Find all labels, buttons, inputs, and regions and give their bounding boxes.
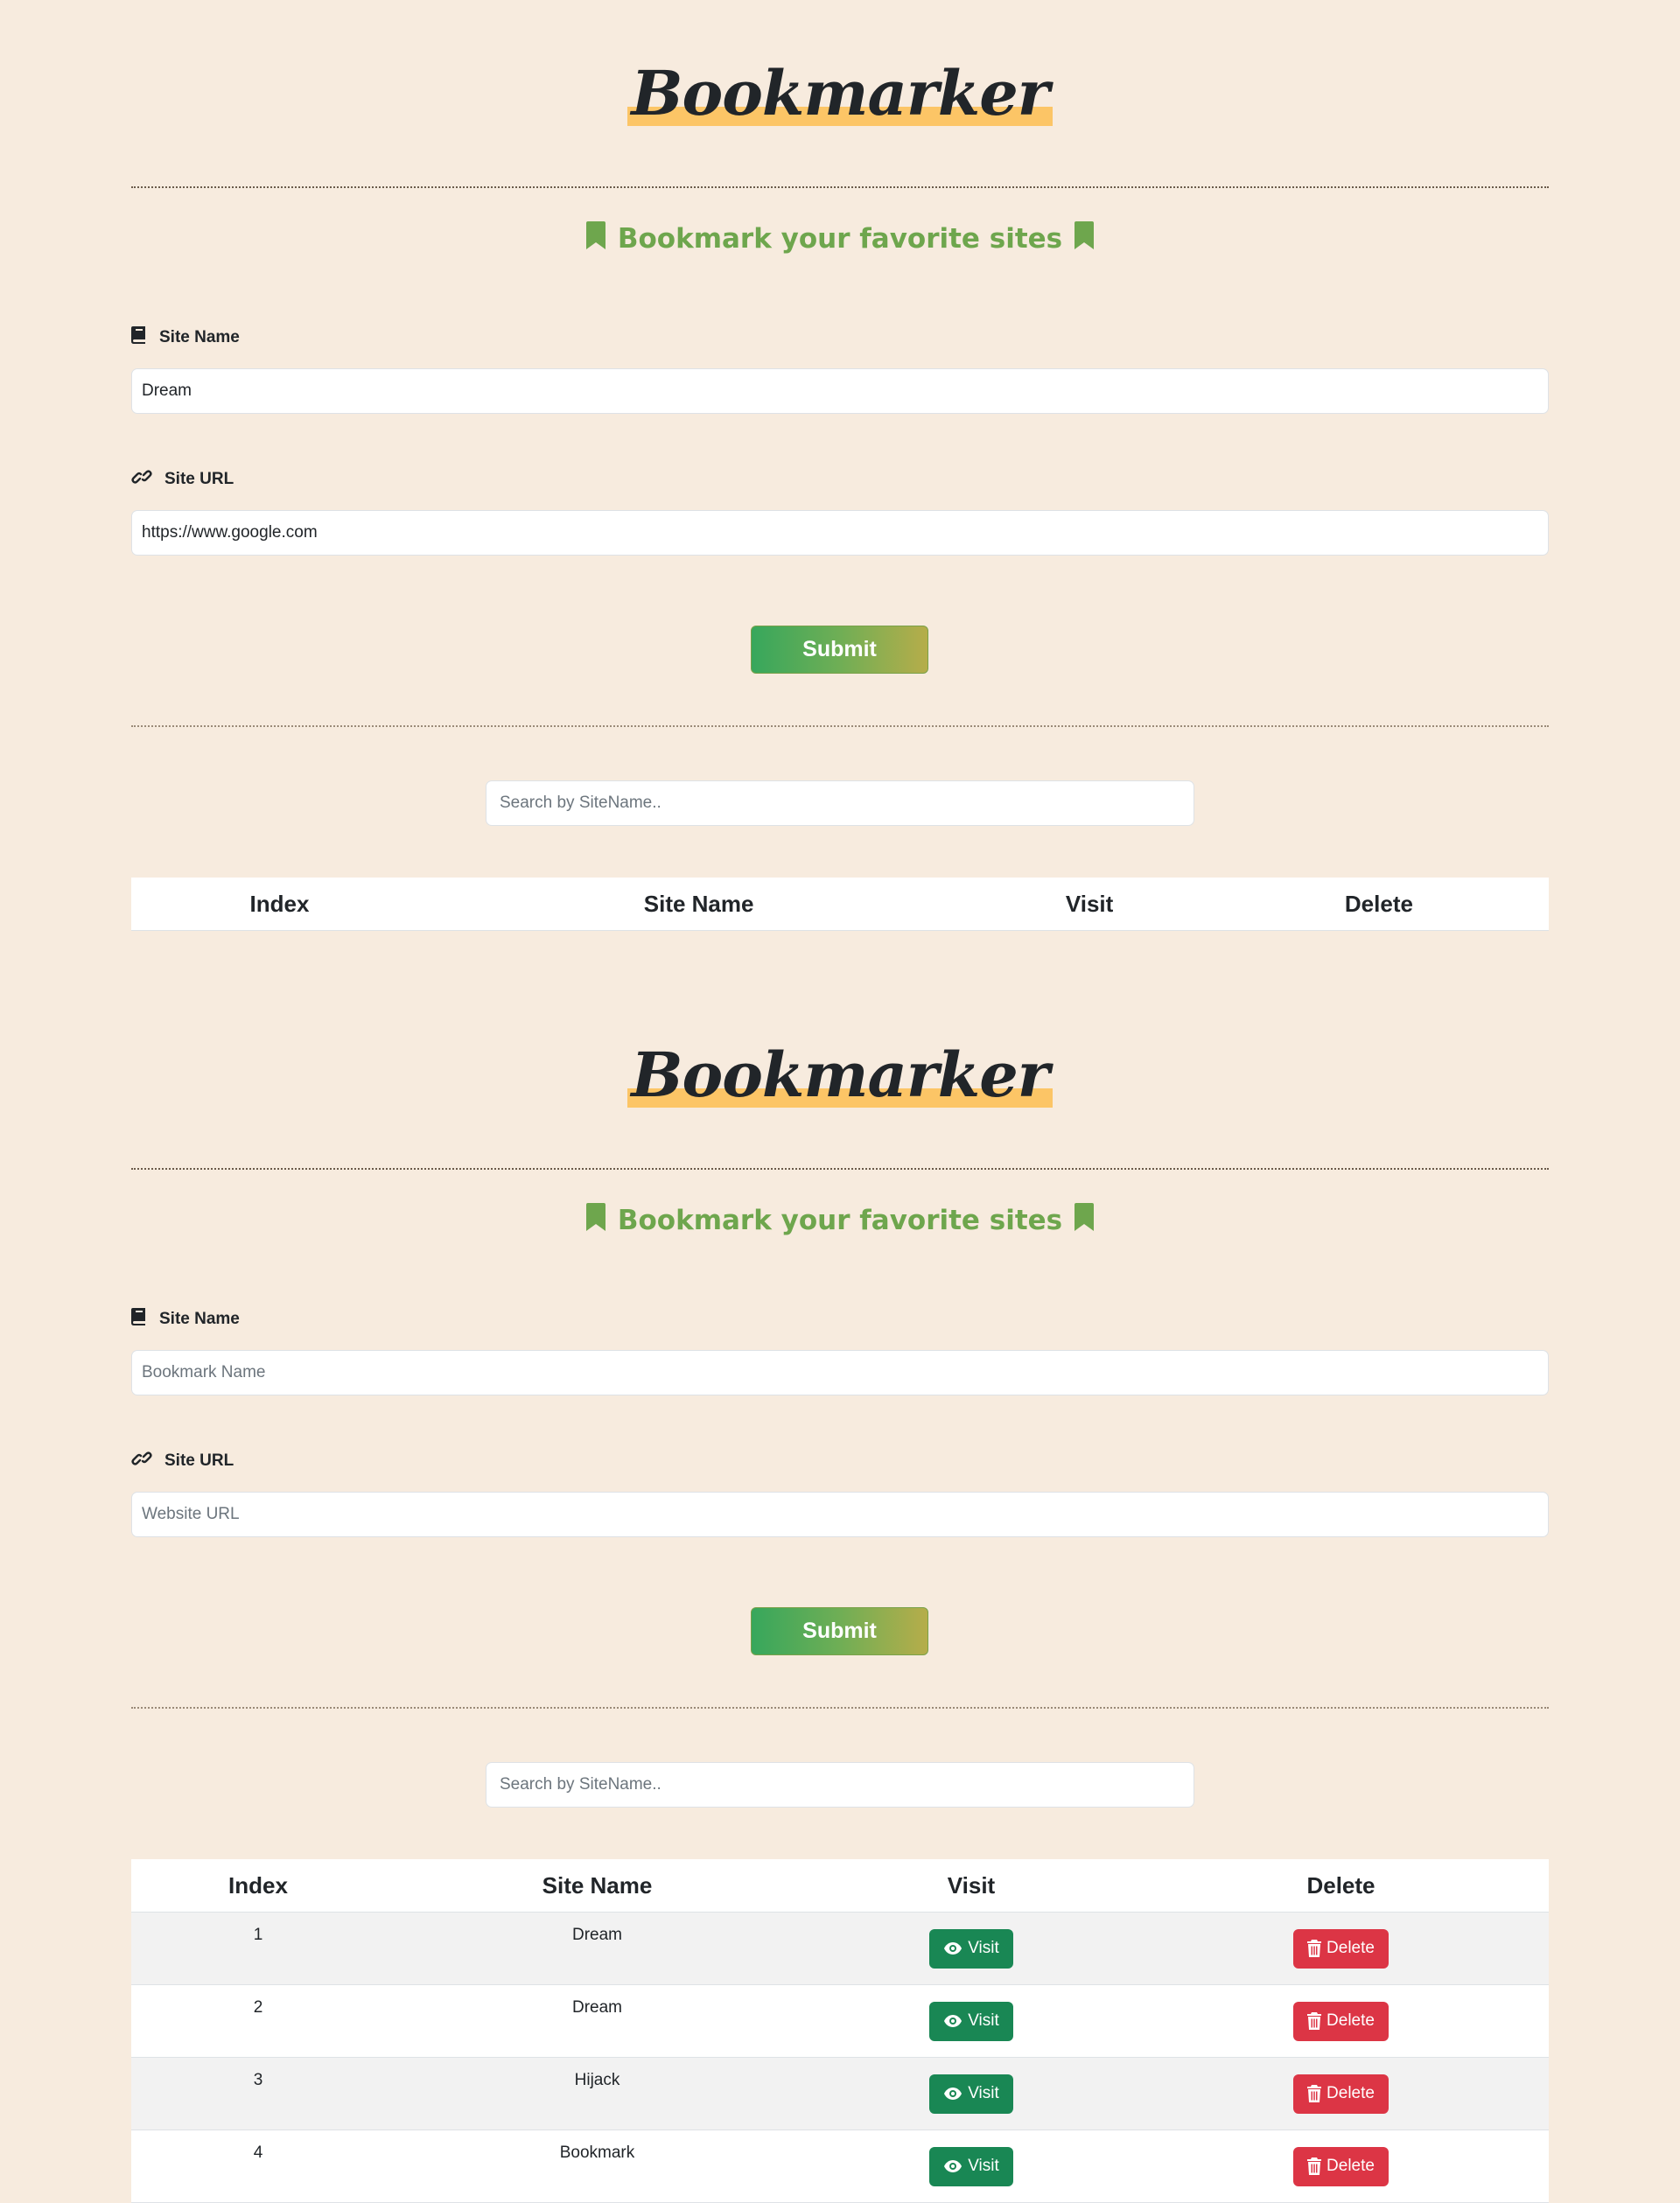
logo-wrap: Bookmarker <box>0 1036 1680 1115</box>
header-index: Index <box>131 878 428 931</box>
header-visit: Visit <box>809 1859 1133 1913</box>
delete-label: Delete <box>1326 2084 1375 2102</box>
header-delete: Delete <box>1208 878 1549 931</box>
table-header-row: Index Site Name Visit Delete <box>131 1859 1549 1913</box>
table-row: 3 Hijack Visit Delete <box>131 2057 1549 2130</box>
bookmark-icon <box>1074 219 1095 262</box>
row-delete-cell: Delete <box>1133 2130 1549 2203</box>
site-url-label: Site URL <box>131 468 234 491</box>
site-url-label-text: Site URL <box>164 470 234 488</box>
trash-icon <box>1307 2158 1322 2175</box>
logo: Bookmarker <box>627 1036 1053 1115</box>
bookmarker-section-1: Bookmarker Bookmark your favorite sites … <box>0 0 1680 982</box>
bookmarks-table: Index Site Name Visit Delete 1 Dream Vis… <box>131 1859 1549 2203</box>
eye-icon <box>944 2088 962 2100</box>
table-header-row: Index Site Name Visit Delete <box>131 878 1549 931</box>
divider-bottom <box>131 1707 1549 1709</box>
row-visit-cell: Visit <box>809 2057 1133 2130</box>
search-input[interactable] <box>486 1762 1194 1808</box>
site-url-input[interactable] <box>131 1492 1549 1537</box>
visit-label: Visit <box>968 2084 999 2102</box>
table-row: 1 Dream Visit Delete <box>131 1912 1549 1985</box>
bookmarks-table: Index Site Name Visit Delete <box>131 878 1549 931</box>
row-delete-cell: Delete <box>1133 1912 1549 1985</box>
bookmark-icon <box>1074 1200 1095 1244</box>
eye-icon <box>944 2015 962 2027</box>
row-delete-cell: Delete <box>1133 1984 1549 2058</box>
delete-button[interactable]: Delete <box>1293 2074 1389 2114</box>
visit-button[interactable]: Visit <box>929 1928 1013 1969</box>
divider-top <box>131 186 1549 188</box>
logo: Bookmarker <box>627 54 1053 133</box>
trash-icon <box>1307 2085 1322 2102</box>
header-site-name: Site Name <box>427 878 970 931</box>
search-input[interactable] <box>486 780 1194 826</box>
row-site-name: Hijack <box>385 2057 809 2130</box>
delete-button[interactable]: Delete <box>1293 1928 1389 1969</box>
link-icon <box>131 468 152 491</box>
row-site-name: Dream <box>385 1912 809 1985</box>
row-index: 2 <box>131 1984 385 2058</box>
divider-bottom <box>131 725 1549 727</box>
delete-button[interactable]: Delete <box>1293 2146 1389 2186</box>
delete-label: Delete <box>1326 2157 1375 2175</box>
row-visit-cell: Visit <box>809 1984 1133 2058</box>
logo-text: Bookmarker <box>631 57 1049 129</box>
tagline-text: Bookmark your favorite sites <box>617 1205 1063 1236</box>
site-name-label: Site Name <box>131 326 240 349</box>
link-icon <box>131 1450 152 1472</box>
site-url-label-text: Site URL <box>164 1451 234 1470</box>
divider-top <box>131 1168 1549 1170</box>
delete-button[interactable]: Delete <box>1293 2001 1389 2041</box>
site-name-label-text: Site Name <box>159 1310 240 1328</box>
site-url-label: Site URL <box>131 1450 234 1472</box>
bookmark-icon <box>585 219 606 262</box>
header-visit: Visit <box>970 878 1209 931</box>
book-icon <box>131 326 147 349</box>
site-name-input[interactable] <box>131 1350 1549 1395</box>
row-visit-cell: Visit <box>809 2130 1133 2203</box>
visit-button[interactable]: Visit <box>929 2146 1013 2186</box>
row-site-name: Bookmark <box>385 2130 809 2203</box>
visit-button[interactable]: Visit <box>929 2074 1013 2114</box>
header-index: Index <box>131 1859 385 1913</box>
table-row: 2 Dream Visit Delete <box>131 1984 1549 2058</box>
eye-icon <box>944 1942 962 1955</box>
row-delete-cell: Delete <box>1133 2057 1549 2130</box>
row-index: 4 <box>131 2130 385 2203</box>
header-site-name: Site Name <box>385 1859 809 1913</box>
submit-button[interactable]: Submit <box>751 1607 928 1655</box>
visit-button[interactable]: Visit <box>929 2001 1013 2041</box>
site-url-input[interactable] <box>131 510 1549 556</box>
visit-label: Visit <box>968 2157 999 2175</box>
tagline: Bookmark your favorite sites <box>0 1199 1680 1244</box>
submit-button[interactable]: Submit <box>751 626 928 674</box>
logo-text: Bookmarker <box>631 1039 1049 1111</box>
row-index: 3 <box>131 2057 385 2130</box>
table-row: 4 Bookmark Visit Delete <box>131 2130 1549 2203</box>
delete-label: Delete <box>1326 2011 1375 2030</box>
bookmarker-section-2: Bookmarker Bookmark your favorite sites … <box>0 982 1680 2203</box>
tagline: Bookmark your favorite sites <box>0 217 1680 262</box>
site-name-label: Site Name <box>131 1308 240 1331</box>
eye-icon <box>944 2160 962 2172</box>
visit-label: Visit <box>968 1939 999 1957</box>
site-name-label-text: Site Name <box>159 328 240 346</box>
tagline-text: Bookmark your favorite sites <box>617 223 1063 255</box>
row-site-name: Dream <box>385 1984 809 2058</box>
bookmark-icon <box>585 1200 606 1244</box>
row-index: 1 <box>131 1912 385 1985</box>
header-delete: Delete <box>1133 1859 1549 1913</box>
book-icon <box>131 1308 147 1331</box>
trash-icon <box>1307 1940 1322 1957</box>
delete-label: Delete <box>1326 1939 1375 1957</box>
row-visit-cell: Visit <box>809 1912 1133 1985</box>
site-name-input[interactable] <box>131 368 1549 414</box>
logo-wrap: Bookmarker <box>0 54 1680 133</box>
trash-icon <box>1307 2012 1322 2030</box>
visit-label: Visit <box>968 2011 999 2030</box>
